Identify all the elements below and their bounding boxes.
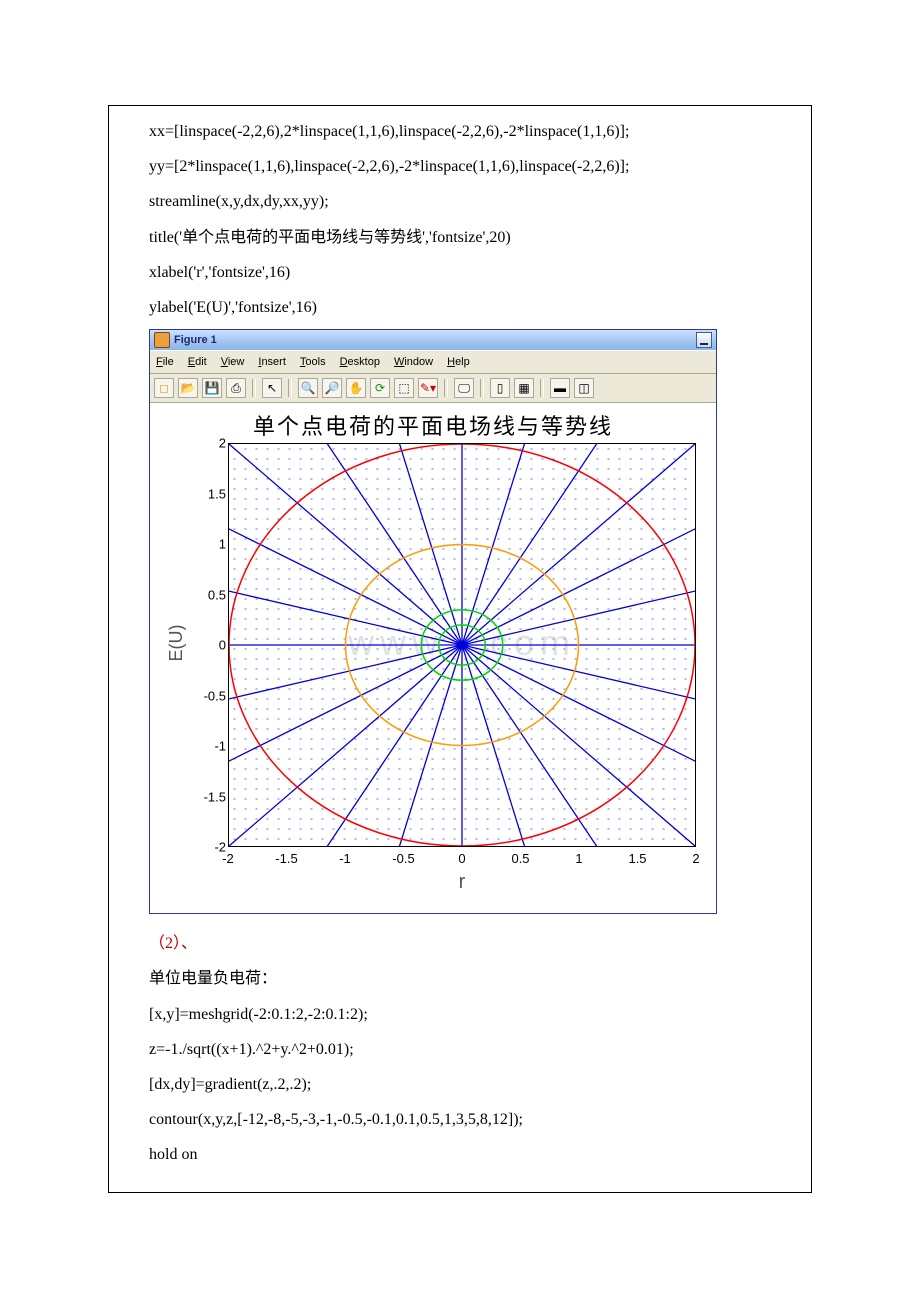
code-line: streamline(x,y,dx,dy,xx,yy); <box>149 184 771 219</box>
matlab-figure-window: Figure 1 File Edit View Insert Tools Des… <box>149 329 717 914</box>
pan-icon[interactable]: ✋ <box>346 378 366 398</box>
zoom-out-icon[interactable]: 🔎 <box>322 378 342 398</box>
menu-insert[interactable]: Insert <box>258 356 286 368</box>
window-toolbar: ◻ 📂 💾 ⎙ ↖ 🔍 🔎 ✋ ⟳ ⬚ ✎▾ 🖵 ▯ ▦ ▬ <box>150 374 716 403</box>
dock-icon[interactable]: ◫ <box>574 378 594 398</box>
link-icon[interactable]: 🖵 <box>454 378 474 398</box>
x-tick-label: -0.5 <box>392 851 414 866</box>
toolbar-separator <box>288 379 292 397</box>
code-line: xlabel('r','fontsize',16) <box>149 255 771 290</box>
colorbar-icon[interactable]: ▯ <box>490 378 510 398</box>
section-heading: （2）、 <box>149 926 771 961</box>
y-tick-label: 0.5 <box>208 587 226 602</box>
code-line: contour(x,y,z,[-12,-8,-5,-3,-1,-0.5,-0.1… <box>149 1102 771 1137</box>
menu-tools[interactable]: Tools <box>300 356 326 368</box>
y-tick-label: -0.5 <box>204 688 226 703</box>
y-axis-label: E(U) <box>166 625 187 662</box>
y-tick-label: -1.5 <box>204 789 226 804</box>
menu-window[interactable]: Window <box>394 356 433 368</box>
x-tick-label: 2 <box>692 851 699 866</box>
window-titlebar[interactable]: Figure 1 <box>150 330 716 350</box>
code-line: hold on <box>149 1137 771 1172</box>
y-tick-label: 1 <box>219 537 226 552</box>
hide-tools-icon[interactable]: ▬ <box>550 378 570 398</box>
open-icon[interactable]: 📂 <box>178 378 198 398</box>
menu-desktop[interactable]: Desktop <box>340 356 380 368</box>
minimize-icon[interactable] <box>696 332 712 348</box>
save-icon[interactable]: 💾 <box>202 378 222 398</box>
legend-icon[interactable]: ▦ <box>514 378 534 398</box>
code-line: [dx,dy]=gradient(z,.2,.2); <box>149 1067 771 1102</box>
menu-view[interactable]: View <box>221 356 245 368</box>
toolbar-separator <box>444 379 448 397</box>
x-axis-ticks: -2-1.5-1-0.500.511.52 <box>228 849 696 869</box>
toolbar-separator <box>252 379 256 397</box>
window-title: Figure 1 <box>174 334 217 346</box>
menu-file[interactable]: File <box>156 356 174 368</box>
pointer-icon[interactable]: ↖ <box>262 378 282 398</box>
figure-canvas: 单个点电荷的平面电场线与等势线 www. .com -2 -1.5 -1 -0.5 0 0… <box>150 403 716 913</box>
code-line: yy=[2*linspace(1,1,6),linspace(-2,2,6),-… <box>149 149 771 184</box>
brush-icon[interactable]: ✎▾ <box>418 378 438 398</box>
rotate-icon[interactable]: ⟳ <box>370 378 390 398</box>
code-line: z=-1./sqrt((x+1).^2+y.^2+0.01); <box>149 1032 771 1067</box>
y-tick-label: 0 <box>219 638 226 653</box>
new-icon[interactable]: ◻ <box>154 378 174 398</box>
document-frame: xx=[linspace(-2,2,6),2*linspace(1,1,6),l… <box>108 105 812 1193</box>
y-tick-label: 2 <box>219 436 226 451</box>
x-axis-label: r <box>228 871 696 894</box>
menu-help[interactable]: Help <box>447 356 470 368</box>
x-tick-label: 0 <box>458 851 465 866</box>
matlab-icon <box>154 332 170 348</box>
plot-area[interactable]: www. .com <box>228 443 696 847</box>
datatip-icon[interactable]: ⬚ <box>394 378 414 398</box>
zoom-in-icon[interactable]: 🔍 <box>298 378 318 398</box>
x-tick-label: 1 <box>575 851 582 866</box>
y-axis-ticks: -2-1.5-1-0.500.511.52 <box>196 443 226 847</box>
x-tick-label: 0.5 <box>511 851 529 866</box>
y-tick-label: 1.5 <box>208 486 226 501</box>
toolbar-separator <box>480 379 484 397</box>
section-subtitle: 单位电量负电荷： <box>149 961 771 996</box>
x-tick-label: -1.5 <box>275 851 297 866</box>
chart-svg <box>229 444 695 846</box>
toolbar-separator <box>540 379 544 397</box>
window-menubar[interactable]: File Edit View Insert Tools Desktop Wind… <box>150 350 716 374</box>
code-line: [x,y]=meshgrid(-2:0.1:2,-2:0.1:2); <box>149 997 771 1032</box>
code-line: xx=[linspace(-2,2,6),2*linspace(1,1,6),l… <box>149 114 771 149</box>
code-line: title('单个点电荷的平面电场线与等势线','fontsize',20) <box>149 220 771 255</box>
x-tick-label: -2 <box>222 851 234 866</box>
document-page: xx=[linspace(-2,2,6),2*linspace(1,1,6),l… <box>0 0 920 1302</box>
chart-title: 单个点电荷的平面电场线与等势线 <box>150 409 716 441</box>
print-icon[interactable]: ⎙ <box>226 378 246 398</box>
y-tick-label: -1 <box>214 739 226 754</box>
menu-edit[interactable]: Edit <box>188 356 207 368</box>
x-tick-label: 1.5 <box>628 851 646 866</box>
code-line: ylabel('E(U)','fontsize',16) <box>149 290 771 325</box>
x-tick-label: -1 <box>339 851 351 866</box>
